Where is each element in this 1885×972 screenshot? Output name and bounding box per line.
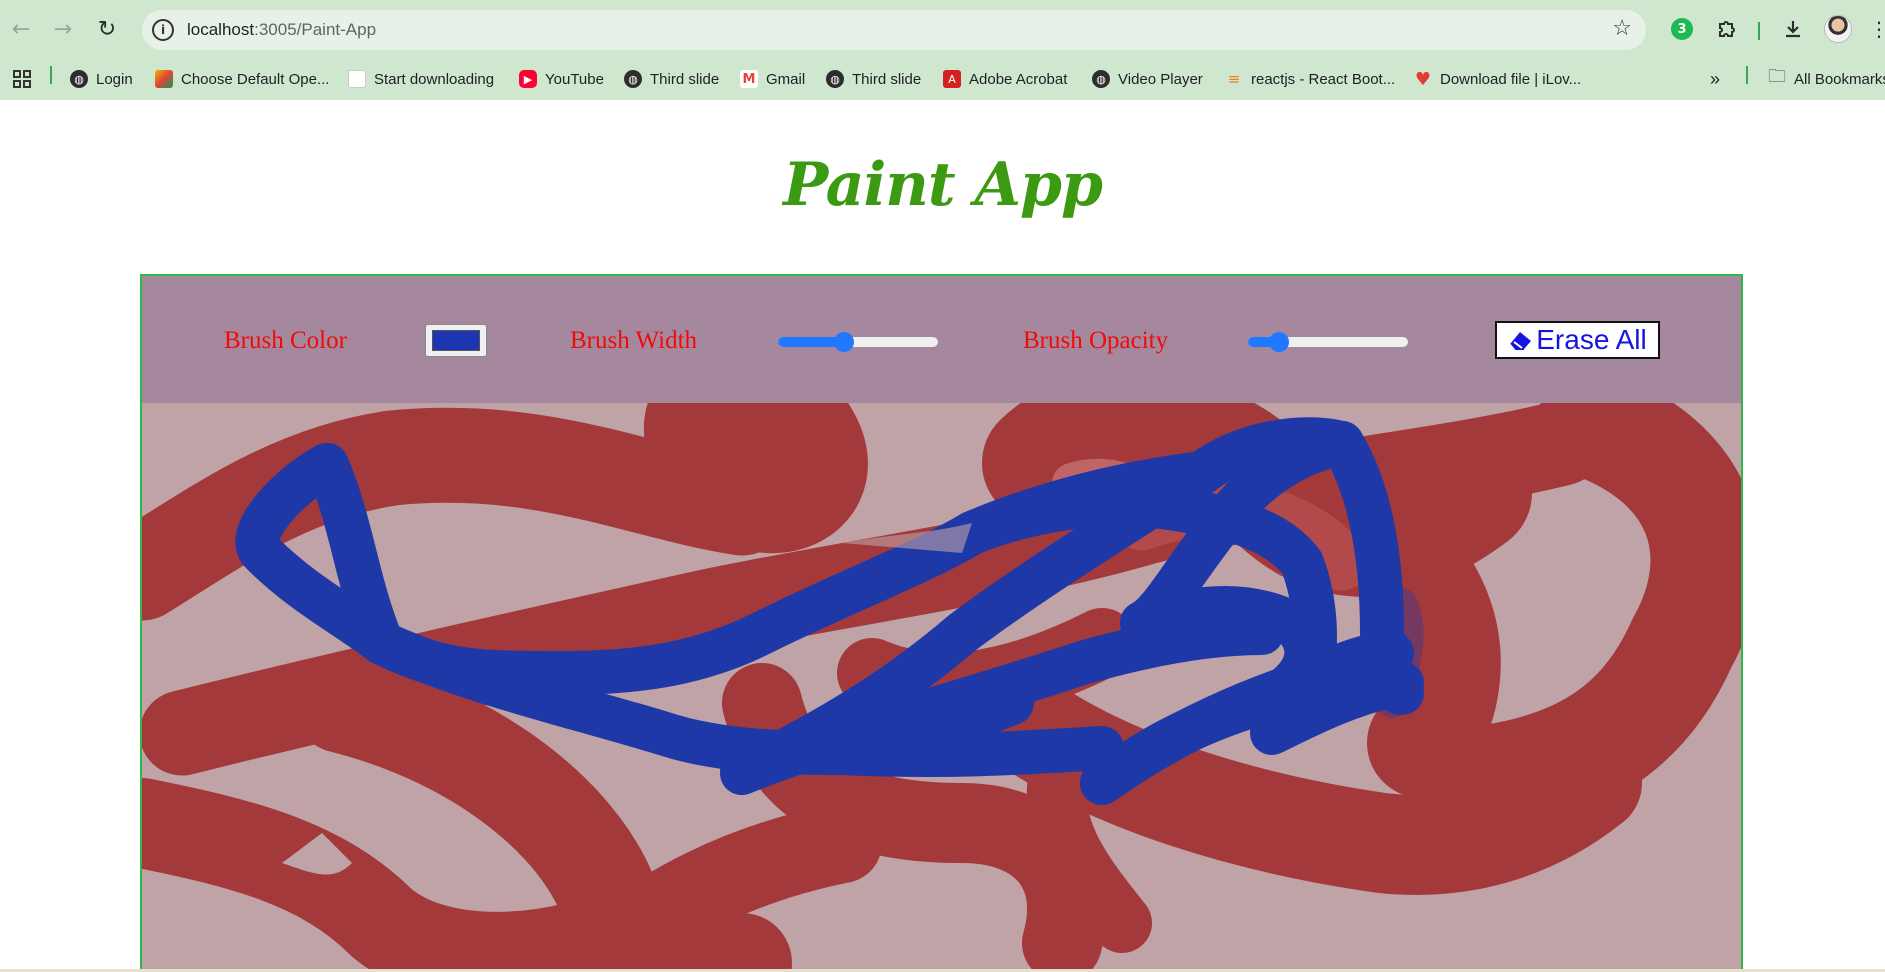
page-title: Paint App xyxy=(783,150,1103,220)
bookmark-label: Download file | iLov... xyxy=(1440,70,1582,88)
bookmark-third-slide-1[interactable]: ◍ Third slide xyxy=(624,67,719,91)
slider-thumb[interactable] xyxy=(1269,332,1289,352)
gmail-icon: M xyxy=(740,70,758,88)
browser-toolbar: ← → ↻ i localhost:3005/Paint-App ☆ 3 ⋮ xyxy=(0,0,1885,58)
bookmark-adobe-acrobat[interactable]: A Adobe Acrobat xyxy=(943,67,1067,91)
extension-badge: 3 xyxy=(1671,18,1693,40)
bookmark-download-file[interactable]: ♥ Download file | iLov... xyxy=(1414,67,1581,91)
all-bookmarks-button[interactable]: 🗀 All Bookmarks xyxy=(1768,66,1885,91)
bookmark-label: Adobe Acrobat xyxy=(969,70,1068,88)
bookmark-start-downloading[interactable]: Start downloading xyxy=(348,67,494,91)
youtube-icon: ▶ xyxy=(519,70,537,88)
bookmark-label: Gmail xyxy=(766,70,806,88)
download-icon[interactable] xyxy=(1778,14,1808,44)
bookmark-label: YouTube xyxy=(545,70,604,88)
bookmark-star-icon[interactable]: ☆ xyxy=(1612,16,1632,41)
bookmark-label: Video Player xyxy=(1118,70,1203,88)
bookmarks-divider xyxy=(1746,66,1748,84)
heart-icon: ♥ xyxy=(1414,68,1432,90)
apps-grid-icon[interactable] xyxy=(12,67,32,91)
bookmark-reactjs[interactable]: ≡ reactjs - React Boot... xyxy=(1225,67,1396,91)
bookmarks-divider xyxy=(50,66,52,84)
brush-opacity-label: Brush Opacity xyxy=(1023,327,1169,354)
brush-opacity-slider[interactable] xyxy=(1248,332,1408,352)
url-text[interactable]: localhost:3005/Paint-App xyxy=(187,20,376,40)
bookmark-third-slide-2[interactable]: ◍ Third slide xyxy=(826,67,921,91)
bookmark-gmail[interactable]: M Gmail xyxy=(740,67,805,91)
folder-icon: 🗀 xyxy=(1768,66,1786,87)
bookmarks-overflow-button[interactable]: » xyxy=(1710,67,1720,91)
globe-icon: ◍ xyxy=(70,70,88,88)
url-host: localhost xyxy=(187,20,255,39)
bookmark-label: Third slide xyxy=(852,70,922,88)
site-info-icon[interactable]: i xyxy=(152,19,174,41)
erase-all-label: Erase All xyxy=(1536,324,1647,355)
faint-blue-strokes xyxy=(1377,588,1424,718)
browser-chrome: ← → ↻ i localhost:3005/Paint-App ☆ 3 ⋮ ◍… xyxy=(0,0,1885,100)
erase-all-button[interactable]: Erase All xyxy=(1495,321,1660,359)
bookmark-label: Start downloading xyxy=(374,70,495,88)
blank-page-icon xyxy=(348,70,366,88)
avatar xyxy=(1824,15,1852,43)
painting-strokes xyxy=(142,403,1741,972)
brush-width-slider[interactable] xyxy=(778,332,938,352)
globe-icon: ◍ xyxy=(826,70,844,88)
reload-icon: ↻ xyxy=(97,16,117,42)
bookmark-label: Login xyxy=(96,70,133,88)
extension-badge-button[interactable]: 3 xyxy=(1667,14,1697,44)
globe-icon: ◍ xyxy=(624,70,642,88)
slider-thumb[interactable] xyxy=(834,332,854,352)
paint-app-container: Brush Color Brush Width Brush Opacity Er… xyxy=(140,274,1743,972)
back-button[interactable]: ← xyxy=(4,12,38,46)
reload-button[interactable]: ↻ xyxy=(90,12,124,46)
brush-width-label: Brush Width xyxy=(570,327,698,354)
globe-icon: ◍ xyxy=(1092,70,1110,88)
eraser-icon xyxy=(1510,332,1532,350)
stackoverflow-icon: ≡ xyxy=(1227,70,1241,88)
toolbar-divider xyxy=(1758,22,1760,40)
bookmark-choose-default[interactable]: Choose Default Ope... xyxy=(155,67,329,91)
controls-bar: Brush Color Brush Width Brush Opacity Er… xyxy=(142,276,1741,403)
brush-color-picker[interactable] xyxy=(425,324,487,357)
bookmark-label: reactjs - React Boot... xyxy=(1251,70,1396,88)
chevron-double-right-icon: » xyxy=(1710,68,1721,89)
brush-color-label: Brush Color xyxy=(224,327,347,354)
bookmark-video-player[interactable]: ◍ Video Player xyxy=(1092,67,1203,91)
profile-avatar[interactable] xyxy=(1823,14,1853,44)
drawing-canvas[interactable] xyxy=(142,403,1741,972)
bookmark-youtube[interactable]: ▶ YouTube xyxy=(519,67,604,91)
url-path: :3005/Paint-App xyxy=(254,20,377,39)
color-swatch-fill xyxy=(432,330,480,351)
arrow-right-icon: → xyxy=(53,16,73,42)
forward-button[interactable]: → xyxy=(46,12,80,46)
bookmark-login[interactable]: ◍ Login xyxy=(70,67,133,91)
address-bar[interactable]: i localhost:3005/Paint-App ☆ xyxy=(142,10,1646,50)
extensions-puzzle-icon[interactable] xyxy=(1712,14,1742,44)
bookmark-label: Choose Default Ope... xyxy=(181,70,330,88)
more-menu-icon[interactable]: ⋮ xyxy=(1864,14,1885,44)
all-bookmarks-label: All Bookmarks xyxy=(1794,70,1885,88)
acrobat-icon: A xyxy=(943,70,961,88)
arrow-left-icon: ← xyxy=(11,16,31,42)
bookmark-label: Third slide xyxy=(650,70,720,88)
office-icon xyxy=(155,70,173,88)
